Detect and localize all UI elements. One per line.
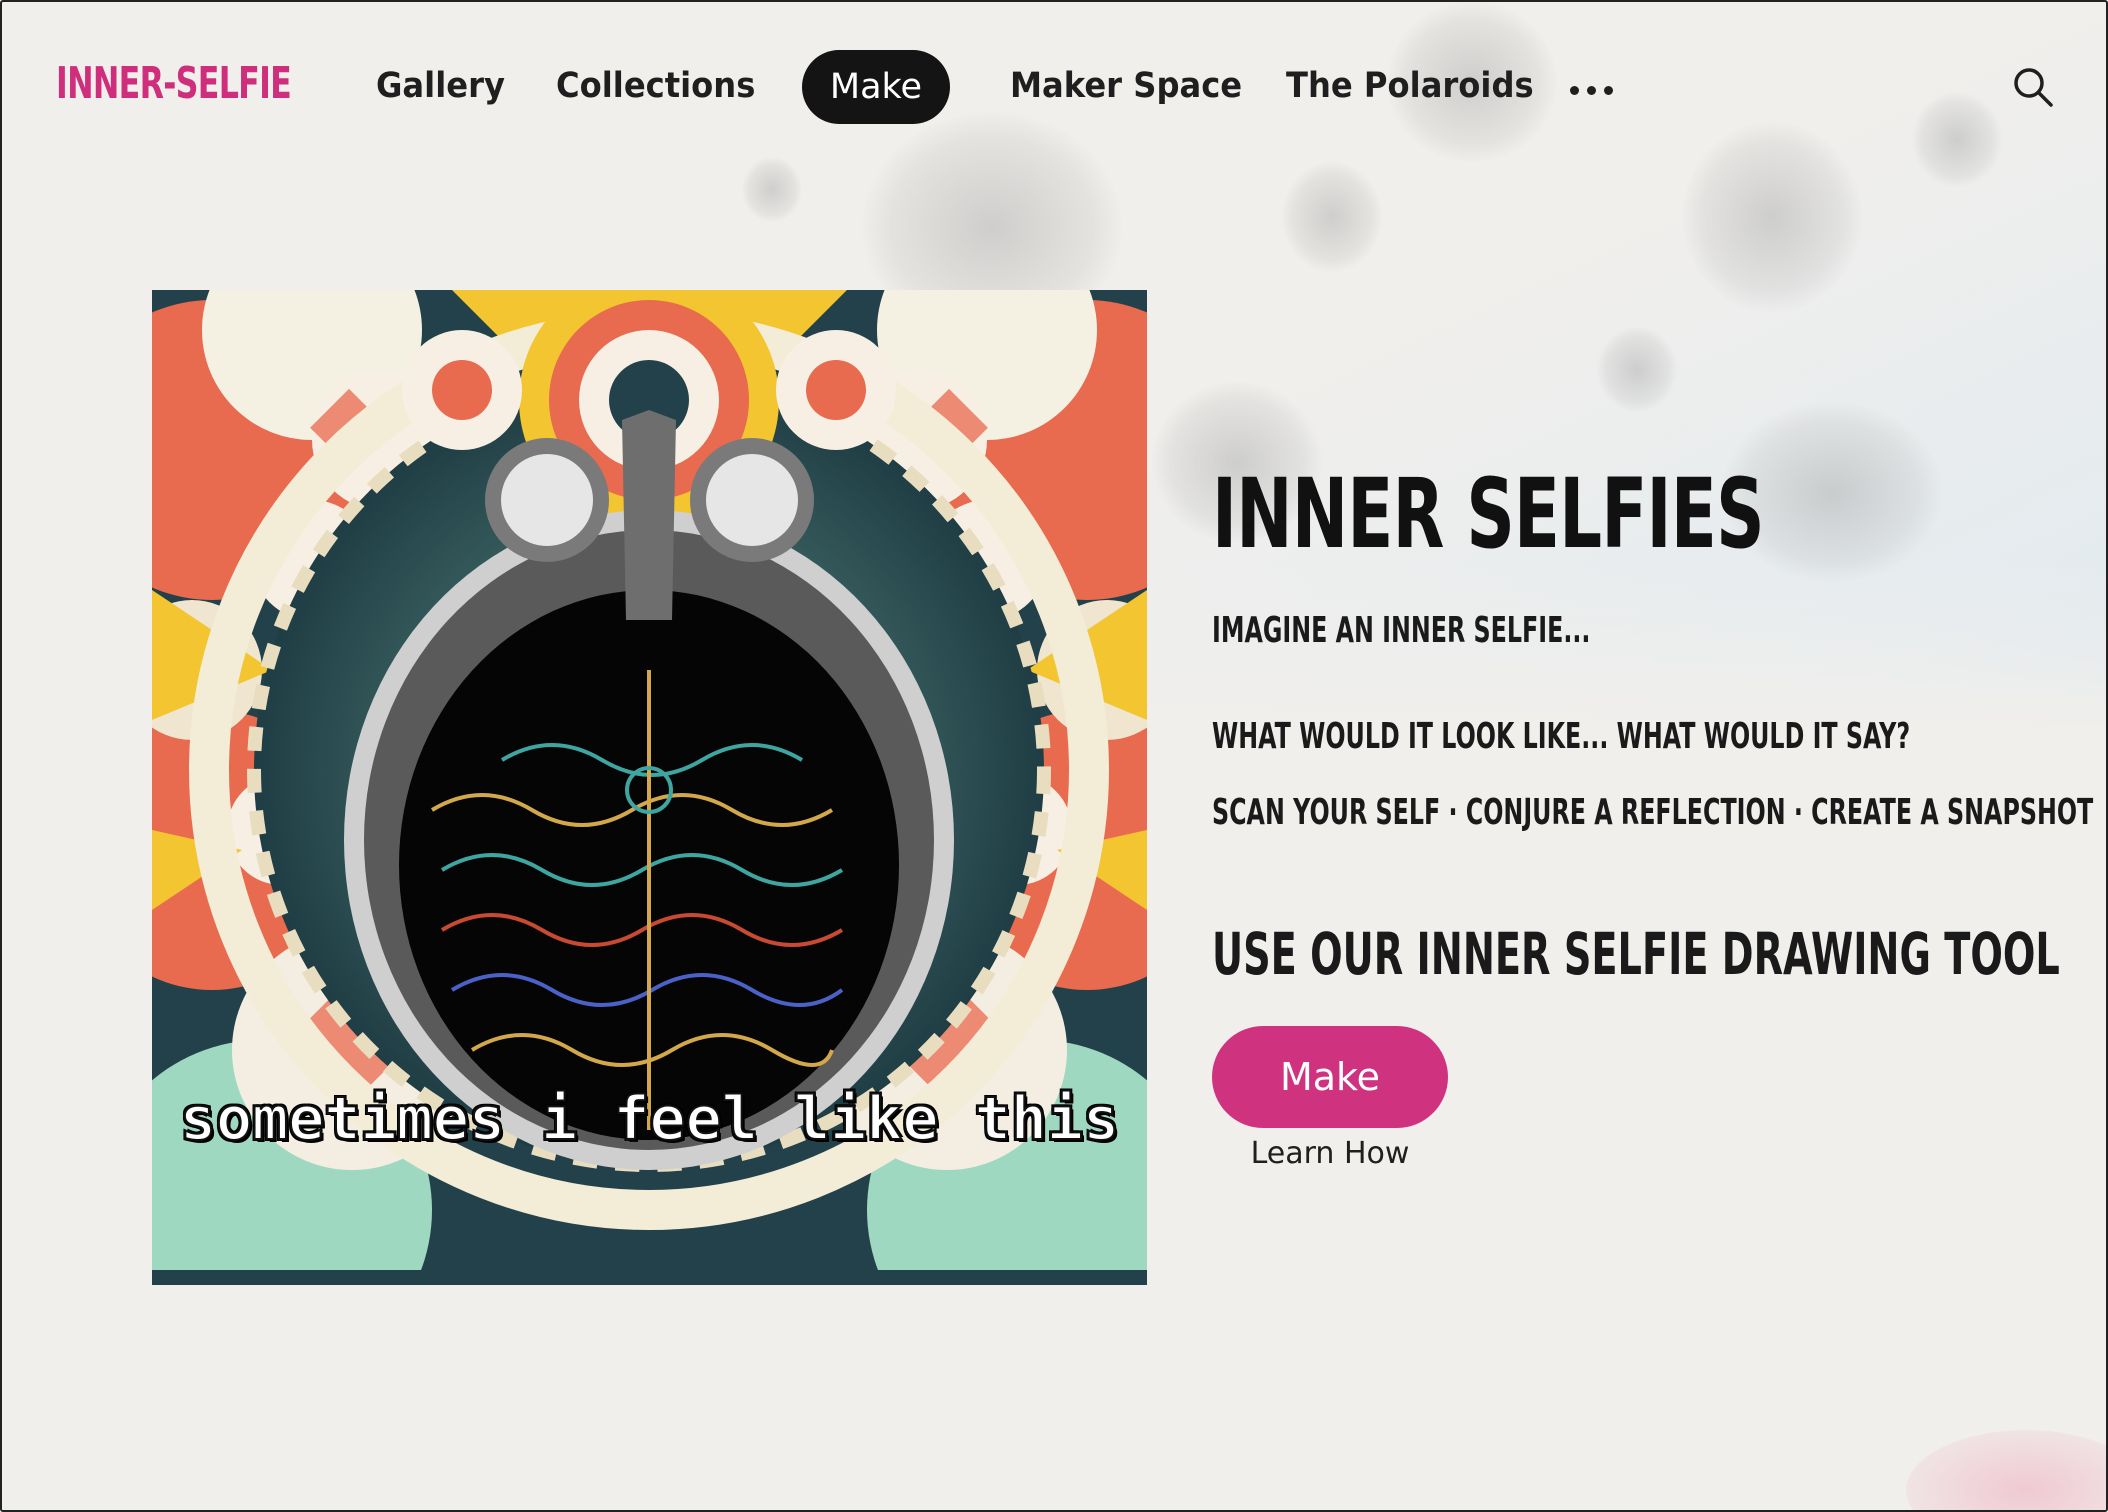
artwork-caption: sometimes i feel like this <box>179 1083 1120 1155</box>
page-title: INNER SELFIES <box>1212 458 1764 570</box>
tagline-steps: SCAN YOUR SELF · CONJURE A REFLECTION · … <box>1212 792 2094 833</box>
background-scan-image <box>1597 327 1677 412</box>
tagline-question: WHAT WOULD IT LOOK LIKE... WHAT WOULD IT… <box>1212 716 1911 757</box>
nav-item-make[interactable]: Make <box>802 50 950 124</box>
drawing-tool-heading: USE OUR INNER SELFIE DRAWING TOOL <box>1212 920 2060 988</box>
nav-item-the-polaroids[interactable]: The Polaroids <box>1286 66 1534 106</box>
top-navigation: INNER-SELFIE Gallery Collections Make Ma… <box>2 2 2106 172</box>
search-icon[interactable] <box>2012 66 2054 108</box>
nav-item-maker-space[interactable]: Maker Space <box>1010 66 1242 106</box>
site-logo[interactable]: INNER-SELFIE <box>56 58 292 109</box>
background-scan-image <box>1282 162 1382 272</box>
make-button[interactable]: Make <box>1212 1026 1448 1128</box>
ellipsis-icon[interactable] <box>1570 86 1616 98</box>
page: INNER-SELFIE Gallery Collections Make Ma… <box>0 0 2108 1512</box>
nav-item-collections[interactable]: Collections <box>556 66 755 106</box>
learn-how-link[interactable]: Learn How <box>1212 1136 1448 1171</box>
tagline-imagine: IMAGINE AN INNER SELFIE... <box>1212 610 1591 651</box>
nav-item-gallery[interactable]: Gallery <box>376 66 505 106</box>
hero-artwork-image: sometimes i feel like this <box>152 290 1147 1285</box>
